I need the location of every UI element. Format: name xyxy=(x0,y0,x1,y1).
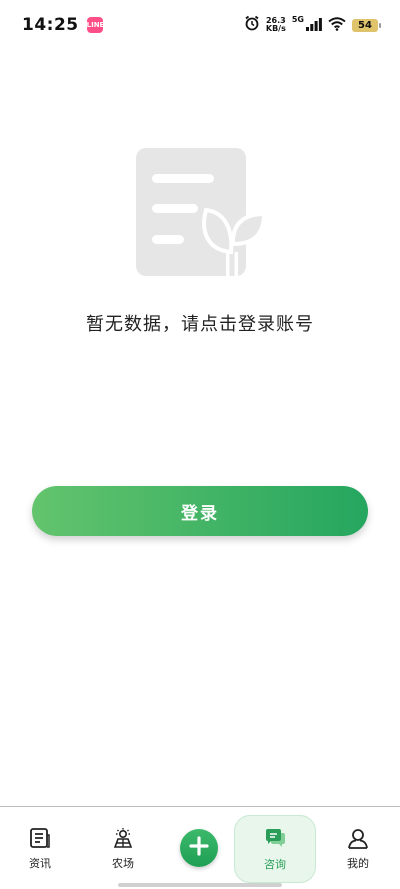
wifi-icon xyxy=(328,16,346,35)
battery-icon: 54 xyxy=(352,18,381,32)
add-icon xyxy=(189,836,209,860)
nav-label-news: 资讯 xyxy=(29,857,51,870)
nav-item-consult[interactable]: 咨询 xyxy=(234,815,316,883)
home-indicator[interactable] xyxy=(118,883,282,887)
empty-state-message: 暂无数据，请点击登录账号 xyxy=(86,314,314,335)
alarm-icon xyxy=(244,15,260,35)
network-generation: 5G xyxy=(291,14,304,24)
nav-item-farm[interactable]: 农场 xyxy=(83,807,163,879)
bottom-nav: 资讯 农场 咨询 我的 xyxy=(0,806,400,889)
net-speed-unit: KB/s xyxy=(265,24,286,33)
network-speed: 26.3 KB/s xyxy=(266,17,286,33)
add-button[interactable] xyxy=(180,829,218,867)
nav-label-farm: 农场 xyxy=(112,857,134,870)
status-time: 14:25 xyxy=(22,15,79,35)
status-bar: 14:25 LINE 26.3 KB/s 5G 54 xyxy=(0,0,400,50)
app-notification-badge: LINE xyxy=(86,17,104,33)
farm-icon xyxy=(112,827,134,849)
status-icons: 26.3 KB/s 5G 54 xyxy=(244,14,381,35)
nav-label-consult: 咨询 xyxy=(264,858,286,871)
screen: 14:25 LINE 26.3 KB/s 5G 54 暂无数据，请点击登录账号 … xyxy=(0,0,400,889)
consult-icon xyxy=(264,828,286,850)
signal-icon xyxy=(306,16,322,35)
empty-document-plant-icon xyxy=(136,148,267,282)
nav-item-my[interactable]: 我的 xyxy=(318,807,398,879)
profile-icon xyxy=(347,827,369,849)
login-button[interactable]: 登录 xyxy=(32,486,368,536)
news-icon xyxy=(29,827,51,849)
nav-label-my: 我的 xyxy=(347,857,369,870)
nav-item-news[interactable]: 资讯 xyxy=(0,807,80,879)
